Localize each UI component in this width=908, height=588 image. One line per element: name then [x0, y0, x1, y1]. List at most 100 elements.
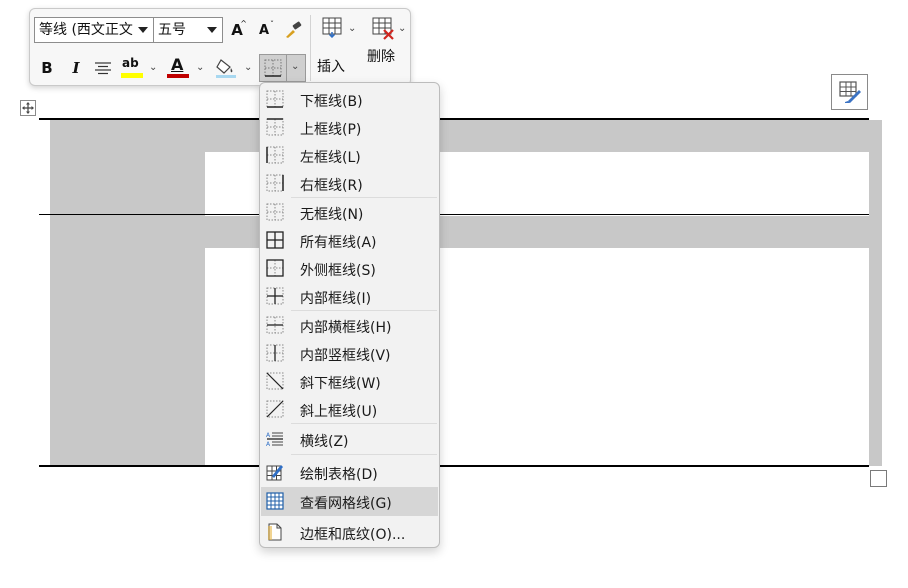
chevron-down-icon[interactable]: ⌄ [398, 23, 406, 34]
caret-up-icon: ^ [240, 19, 247, 28]
borders-button[interactable]: ⌄ [259, 54, 306, 82]
diagonal-down-border-icon [266, 372, 284, 390]
format-painter-icon [286, 21, 302, 38]
mini-toolbar: 等线 (西文正文 五号 A ^ A ˇ ⌄ 插入 ⌄ 删除 B I ab ⌄ A… [29, 8, 411, 86]
paint-bucket-icon [216, 59, 236, 78]
delete-table-icon [372, 17, 394, 40]
caret-down-small-icon: ˇ [270, 20, 274, 29]
menu-item-outside-borders[interactable]: 外侧框线(S) [261, 254, 438, 282]
menu-item-inside-borders[interactable]: 内部框线(I) [261, 282, 438, 310]
font-size-combo[interactable]: 五号 [153, 17, 223, 43]
grow-font-button[interactable]: A ^ [228, 19, 247, 41]
horizontal-line-icon: A A [266, 432, 283, 448]
highlight-color-bar [121, 73, 143, 78]
menu-item-label: 斜下框线(W) [300, 376, 381, 392]
menu-item-label: 内部竖框线(V) [300, 348, 391, 364]
menu-item-label: 内部框线(I) [300, 291, 372, 307]
menu-item-all-borders[interactable]: 所有框线(A) [261, 226, 438, 254]
menu-item-label: 绘制表格(D) [300, 467, 378, 483]
table-top-border [39, 118, 869, 120]
table-middle-border [39, 214, 869, 215]
table-right-edge-shading [869, 120, 882, 466]
bold-icon: B [41, 59, 53, 77]
insert-table-button[interactable] [318, 15, 346, 39]
format-painter-button[interactable] [281, 19, 305, 41]
menu-item-label: 外侧框线(S) [300, 263, 376, 279]
menu-item-label: 无框线(N) [300, 207, 364, 223]
menu-item-label: 边框和底纹(O)... [300, 527, 406, 543]
table-bottom-border [39, 465, 869, 467]
menu-item-diagonal-up[interactable]: 斜上框线(U) [261, 395, 438, 423]
menu-item-label: 右框线(R) [300, 178, 363, 194]
menu-item-view-gridlines[interactable]: 查看网格线(G) [261, 487, 438, 516]
table-move-handle[interactable] [20, 100, 36, 116]
top-border-icon [266, 118, 284, 136]
chevron-down-icon[interactable] [207, 27, 217, 33]
font-name-combo[interactable]: 等线 (西文正文 [34, 17, 154, 43]
menu-separator [291, 423, 437, 424]
bottom-border-icon [264, 59, 282, 77]
inside-horizontal-border-icon [266, 316, 284, 334]
chevron-down-icon[interactable]: ⌄ [196, 62, 204, 73]
right-border-icon [266, 174, 284, 192]
menu-item-label: 查看网格线(G) [300, 496, 392, 512]
chevron-down-icon[interactable] [138, 27, 148, 33]
split-divider [286, 55, 287, 81]
menu-item-inside-horizontal[interactable]: 内部横框线(H) [261, 311, 438, 339]
insert-table-icon [322, 17, 342, 38]
center-align-button[interactable] [92, 57, 114, 79]
menu-separator [291, 454, 437, 455]
menu-item-horizontal-line[interactable]: A A 横线(Z) [261, 425, 438, 453]
menu-item-label: 斜上框线(U) [300, 404, 378, 420]
highlight-button[interactable]: ab [120, 55, 144, 81]
menu-item-left-border[interactable]: 左框线(L) [261, 141, 438, 169]
menu-item-bottom-border[interactable]: 下框线(B) [261, 85, 438, 113]
table-row2-header-shading [50, 216, 882, 248]
chevron-down-icon[interactable]: ⌄ [348, 23, 356, 34]
draw-table-icon [266, 465, 283, 481]
shrink-font-button[interactable]: A ˇ [255, 19, 274, 41]
shading-button[interactable] [213, 55, 239, 81]
menu-item-borders-shading[interactable]: 边框和底纹(O)... [261, 518, 438, 546]
font-size-value: 五号 [158, 22, 186, 38]
delete-table-button[interactable] [369, 15, 397, 41]
menu-item-label: 所有框线(A) [300, 235, 377, 251]
menu-item-top-border[interactable]: 上框线(P) [261, 113, 438, 141]
bottom-border-icon [266, 90, 284, 108]
italic-button[interactable]: I [65, 56, 87, 80]
menu-item-label: 左框线(L) [300, 150, 361, 166]
chevron-down-icon[interactable]: ⌄ [244, 62, 252, 73]
svg-text:A: A [266, 441, 271, 448]
inside-borders-icon [266, 287, 284, 305]
menu-item-inside-vertical[interactable]: 内部竖框线(V) [261, 339, 438, 367]
layout-options-button[interactable] [831, 74, 868, 110]
table-resize-handle[interactable] [870, 470, 887, 487]
menu-item-diagonal-down[interactable]: 斜下框线(W) [261, 367, 438, 395]
table-layout-icon [839, 81, 861, 103]
menu-item-draw-table[interactable]: 绘制表格(D) [261, 458, 438, 486]
toolbar-separator [310, 15, 311, 81]
menu-item-no-border[interactable]: 无框线(N) [261, 198, 438, 226]
highlighter-icon: ab [122, 56, 139, 70]
font-color-icon: A [171, 55, 184, 74]
chevron-down-icon[interactable]: ⌄ [149, 62, 157, 73]
left-border-icon [266, 146, 284, 164]
diagonal-up-border-icon [266, 400, 284, 418]
all-borders-icon [266, 231, 284, 249]
delete-label: 删除 [367, 49, 395, 65]
font-name-value: 等线 (西文正文 [39, 22, 133, 38]
chevron-down-icon[interactable]: ⌄ [291, 61, 299, 72]
no-border-icon [266, 203, 284, 221]
menu-item-right-border[interactable]: 右框线(R) [261, 169, 438, 197]
borders-shading-icon [268, 523, 282, 541]
font-color-bar [167, 74, 189, 78]
bold-button[interactable]: B [36, 56, 58, 80]
menu-item-label: 横线(Z) [300, 434, 349, 450]
align-center-icon [95, 62, 111, 75]
svg-text:A: A [266, 432, 271, 439]
font-color-button[interactable]: A [166, 55, 190, 81]
menu-item-label: 下框线(B) [300, 94, 363, 110]
italic-icon: I [72, 59, 80, 77]
borders-dropdown-menu: 下框线(B) 上框线(P) 左框线(L) 右框线(R) 无框线(N) 所有框线(… [259, 82, 440, 548]
document-area [0, 0, 908, 588]
